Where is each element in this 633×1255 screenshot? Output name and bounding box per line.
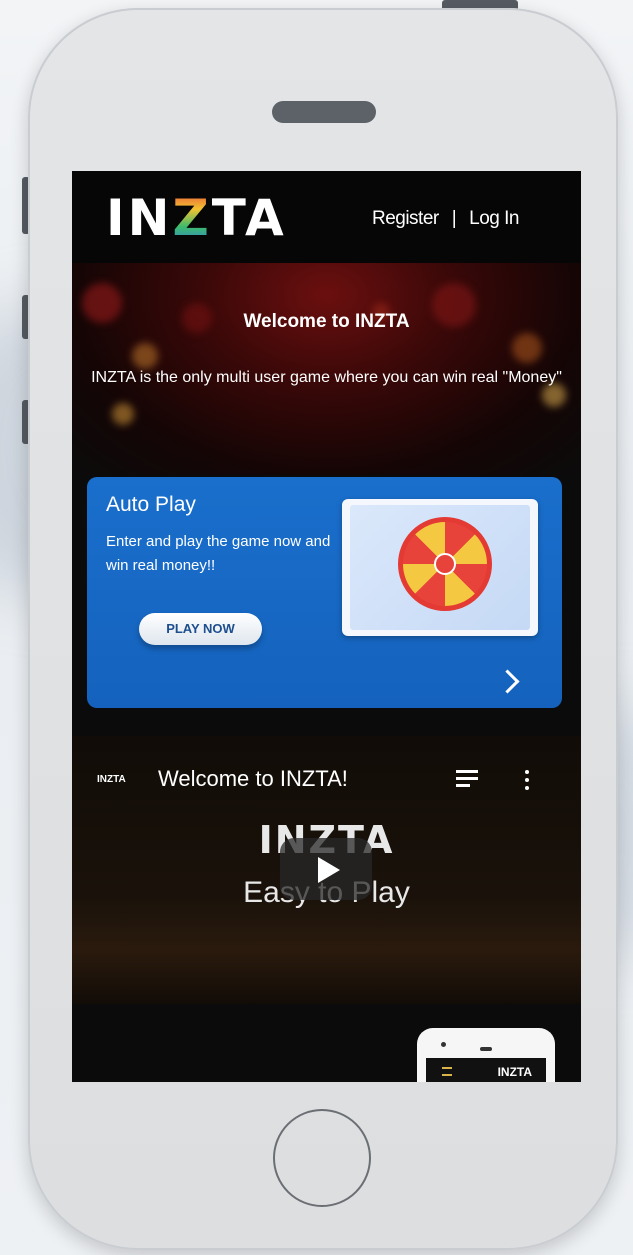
hero-title: Welcome to INZTA — [243, 311, 410, 332]
video-player[interactable]: INZTA Welcome to INZTA! INZTA Easy to Pl… — [72, 736, 581, 1004]
nav-separator: | — [451, 208, 457, 229]
inzta-logo[interactable]: INZTA — [106, 189, 287, 247]
phone-promo-image: INZTA — [417, 1028, 555, 1082]
channel-logo[interactable]: INZTA — [97, 774, 126, 785]
more-vert-icon[interactable] — [525, 770, 529, 794]
playlist-icon[interactable] — [456, 770, 478, 788]
play-icon[interactable] — [280, 838, 372, 900]
auto-play-card[interactable]: Auto Play Enter and play the game now an… — [87, 477, 562, 708]
top-navbar: INZTA Register | Log In — [72, 171, 581, 263]
hero-description: INZTA is the only multi user game where … — [91, 369, 562, 386]
spin-wheel-image — [398, 517, 492, 611]
auto-play-description: Enter and play the game now and win real… — [106, 533, 331, 574]
menu-icon — [442, 1067, 452, 1076]
chevron-right-icon[interactable] — [495, 669, 520, 694]
auto-play-title: Auto Play — [106, 493, 196, 516]
hero-banner: Welcome to INZTA INZTA is the only multi… — [72, 263, 581, 475]
video-title[interactable]: Welcome to INZTA! — [158, 766, 348, 792]
home-button[interactable] — [273, 1109, 371, 1207]
tablet-illustration — [342, 499, 538, 636]
phone-screen: INZTA Register | Log In Welcome to INZTA I… — [72, 171, 581, 1082]
auth-links: Register | Log In — [372, 208, 520, 230]
register-link[interactable]: Register — [372, 208, 439, 230]
play-now-button[interactable]: PLAY NOW — [139, 613, 262, 645]
login-link[interactable]: Log In — [469, 208, 519, 230]
mini-inzta-logo: INZTA — [497, 1065, 532, 1079]
phone-speaker — [272, 101, 376, 123]
